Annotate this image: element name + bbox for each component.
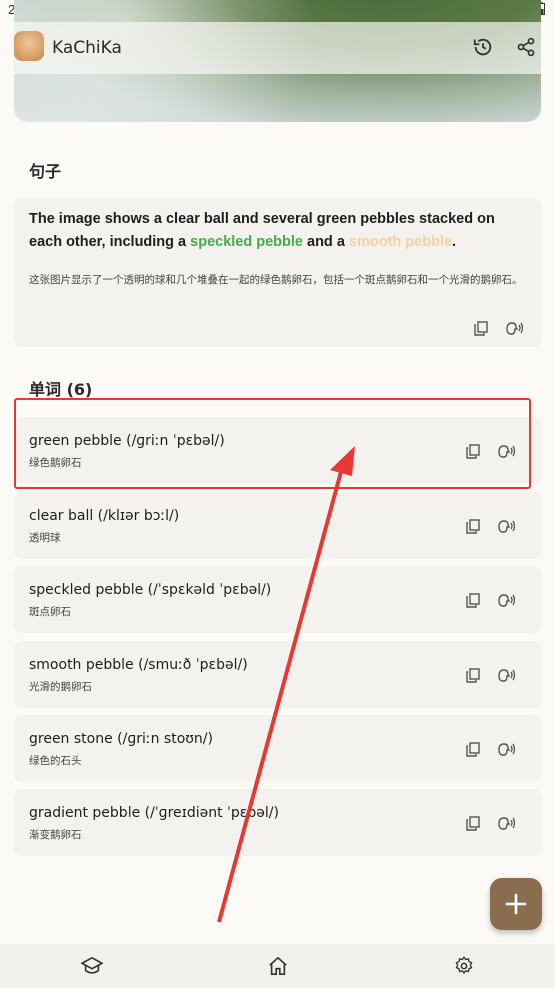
plus-icon	[505, 893, 527, 915]
word-card[interactable]: gradient pebble (/ˈɡreɪdiənt ˈpɛbəl/) 渐变…	[14, 789, 542, 856]
gear-icon	[455, 956, 473, 975]
highlight-speckled-pebble[interactable]: speckled pebble	[190, 234, 303, 250]
word-card[interactable]: smooth pebble (/smuːð ˈpɛbəl/) 光滑的鹅卵石	[14, 641, 542, 708]
copy-icon	[466, 592, 480, 608]
history-icon	[473, 38, 492, 56]
app-title: KaChiKa	[52, 38, 122, 58]
word-meaning: 透明球	[29, 532, 61, 544]
sentence-english: The image shows a clear ball and several…	[29, 208, 527, 254]
sentence-speak-button[interactable]	[505, 319, 523, 337]
sentence-chinese: 这张图片显示了一个透明的球和几个堆叠在一起的绿色鹅卵石，包括一个斑点鹅卵石和一个…	[29, 274, 523, 286]
speak-icon	[505, 321, 523, 335]
word-speak-button[interactable]	[497, 591, 515, 609]
word-text: gradient pebble (/ˈɡreɪdiənt ˈpɛbəl/)	[29, 805, 279, 821]
word-meaning: 绿色的石头	[29, 755, 82, 767]
word-text: clear ball (/klɪər bɔːl/)	[29, 508, 180, 524]
annotation-highlight-box	[14, 398, 531, 489]
word-card[interactable]: green stone (/ɡriːn stoʊn/) 绿色的石头	[14, 715, 542, 782]
add-button[interactable]	[490, 878, 542, 930]
sentence-text-3: .	[452, 234, 457, 250]
sentence-copy-button[interactable]	[472, 319, 490, 337]
speak-icon	[497, 742, 515, 756]
word-speak-button[interactable]	[497, 666, 515, 684]
copy-icon	[474, 320, 488, 336]
word-text: smooth pebble (/smuːð ˈpɛbəl/)	[29, 657, 248, 673]
copy-icon	[466, 741, 480, 757]
nav-home[interactable]	[266, 954, 290, 978]
nav-learn[interactable]	[80, 954, 104, 978]
home-icon	[269, 956, 287, 975]
words-section-title: 单词 (6)	[29, 380, 93, 399]
app-logo	[14, 31, 44, 61]
sentence-text-2: and a	[302, 234, 349, 250]
word-meaning: 斑点卵石	[29, 606, 71, 618]
word-copy-button[interactable]	[464, 591, 482, 609]
word-text: green stone (/ɡriːn stoʊn/)	[29, 731, 213, 747]
bottom-navigation	[0, 944, 555, 988]
sentence-card: The image shows a clear ball and several…	[14, 198, 542, 347]
speak-icon	[497, 816, 515, 830]
speak-icon	[497, 668, 515, 682]
highlight-smooth-pebble[interactable]: smooth pebble	[349, 234, 452, 250]
word-speak-button[interactable]	[497, 740, 515, 758]
word-copy-button[interactable]	[464, 517, 482, 535]
word-copy-button[interactable]	[464, 814, 482, 832]
speak-icon	[497, 593, 515, 607]
sentence-section-title: 句子	[29, 162, 62, 181]
share-icon	[517, 37, 535, 57]
nav-settings[interactable]	[452, 954, 476, 978]
share-button[interactable]	[513, 34, 539, 60]
copy-icon	[466, 667, 480, 683]
word-copy-button[interactable]	[464, 740, 482, 758]
word-card[interactable]: clear ball (/klɪər bɔːl/) 透明球	[14, 492, 542, 559]
graduation-cap-icon	[81, 956, 103, 974]
copy-icon	[466, 518, 480, 534]
history-button[interactable]	[470, 34, 496, 60]
app-bar: KaChiKa	[14, 22, 541, 74]
speak-icon	[497, 519, 515, 533]
copy-icon	[466, 815, 480, 831]
word-meaning: 光滑的鹅卵石	[29, 681, 92, 693]
word-meaning: 渐变鹅卵石	[29, 829, 82, 841]
word-card[interactable]: speckled pebble (/ˈspɛkəld ˈpɛbəl/) 斑点卵石	[14, 566, 542, 633]
word-speak-button[interactable]	[497, 814, 515, 832]
word-copy-button[interactable]	[464, 666, 482, 684]
word-text: speckled pebble (/ˈspɛkəld ˈpɛbəl/)	[29, 582, 272, 598]
word-speak-button[interactable]	[497, 517, 515, 535]
